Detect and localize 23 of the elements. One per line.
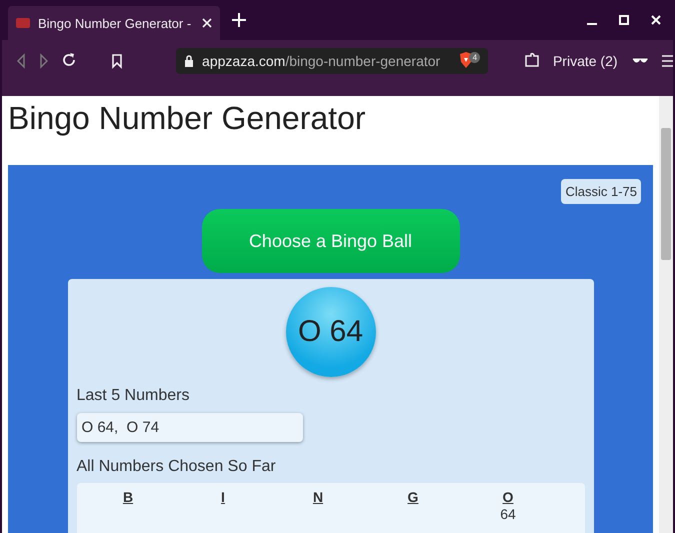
table-cell: 64 xyxy=(500,506,516,522)
mode-badge[interactable]: Classic 1-75 xyxy=(561,179,641,204)
lock-icon xyxy=(184,55,194,67)
maximize-icon[interactable] xyxy=(619,15,629,25)
column-header: N xyxy=(312,489,324,505)
new-tab-icon[interactable] xyxy=(232,13,246,27)
column-header: I xyxy=(221,489,225,505)
column-header: B xyxy=(122,489,134,505)
close-icon[interactable] xyxy=(202,18,212,28)
shield-button[interactable]: 4 xyxy=(459,52,480,70)
last-numbers-field: O 64, O 74 xyxy=(76,413,302,442)
page-title: Bingo Number Generator xyxy=(8,100,367,137)
tab-favicon-icon xyxy=(16,18,30,28)
column-header: O xyxy=(502,489,514,505)
address-bar[interactable]: appzaza.com/bingo-number-generator 4 xyxy=(176,48,488,74)
glasses-icon xyxy=(632,58,648,65)
section-label: All Numbers Chosen So Far xyxy=(76,458,277,476)
bingo-ball: O 64 xyxy=(286,287,376,377)
column-header: G xyxy=(408,489,418,505)
private-label: Private (2) xyxy=(552,52,618,71)
section-label: Last 5 Numbers xyxy=(76,387,190,405)
scrollbar-thumb[interactable] xyxy=(661,128,671,260)
browser-tab[interactable]: Bingo Number Generator - xyxy=(8,6,220,40)
